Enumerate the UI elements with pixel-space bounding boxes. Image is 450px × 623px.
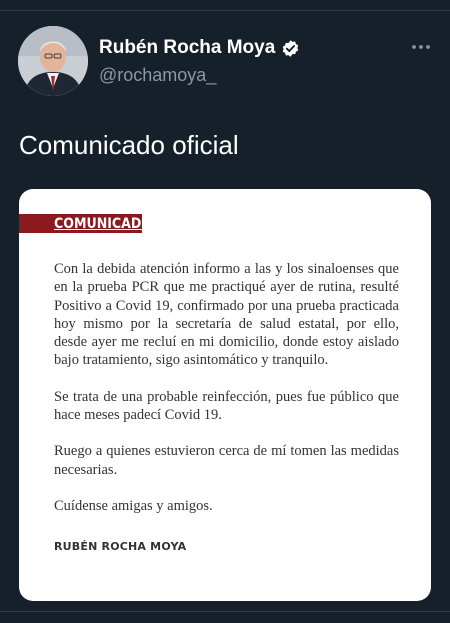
communique-paragraph: Cuídense amigas y amigos. <box>54 497 213 514</box>
tweet-author: Rubén Rocha Moya @rochamoya_ <box>99 36 300 87</box>
avatar[interactable] <box>18 26 88 96</box>
verified-badge-icon <box>281 39 300 58</box>
communique-paragraph: Ruego a quienes estuvieron cerca de mí t… <box>54 443 399 478</box>
communique-signature: RUBÉN ROCHA MOYA <box>54 540 187 553</box>
avatar-photo <box>18 26 88 96</box>
author-name[interactable]: Rubén Rocha Moya <box>99 36 275 60</box>
top-divider <box>0 0 450 11</box>
more-options-icon[interactable] <box>410 38 432 54</box>
author-handle[interactable]: @rochamoya_ <box>99 63 300 87</box>
communique-paragraph: Se trata de una probable reinfección, pu… <box>54 388 399 424</box>
bottom-divider <box>0 611 450 612</box>
communique-body: Con la debida atención informo a las y l… <box>54 260 399 515</box>
author-name-row: Rubén Rocha Moya <box>99 36 300 60</box>
tweet-text: Comunicado oficial <box>19 130 239 160</box>
tweet-image[interactable]: COMUNICADO Con la debida atención inform… <box>19 189 431 601</box>
communique-header-label: COMUNICADO <box>54 216 153 232</box>
communique-paragraph: Con la debida atención informo a las y l… <box>54 261 399 369</box>
